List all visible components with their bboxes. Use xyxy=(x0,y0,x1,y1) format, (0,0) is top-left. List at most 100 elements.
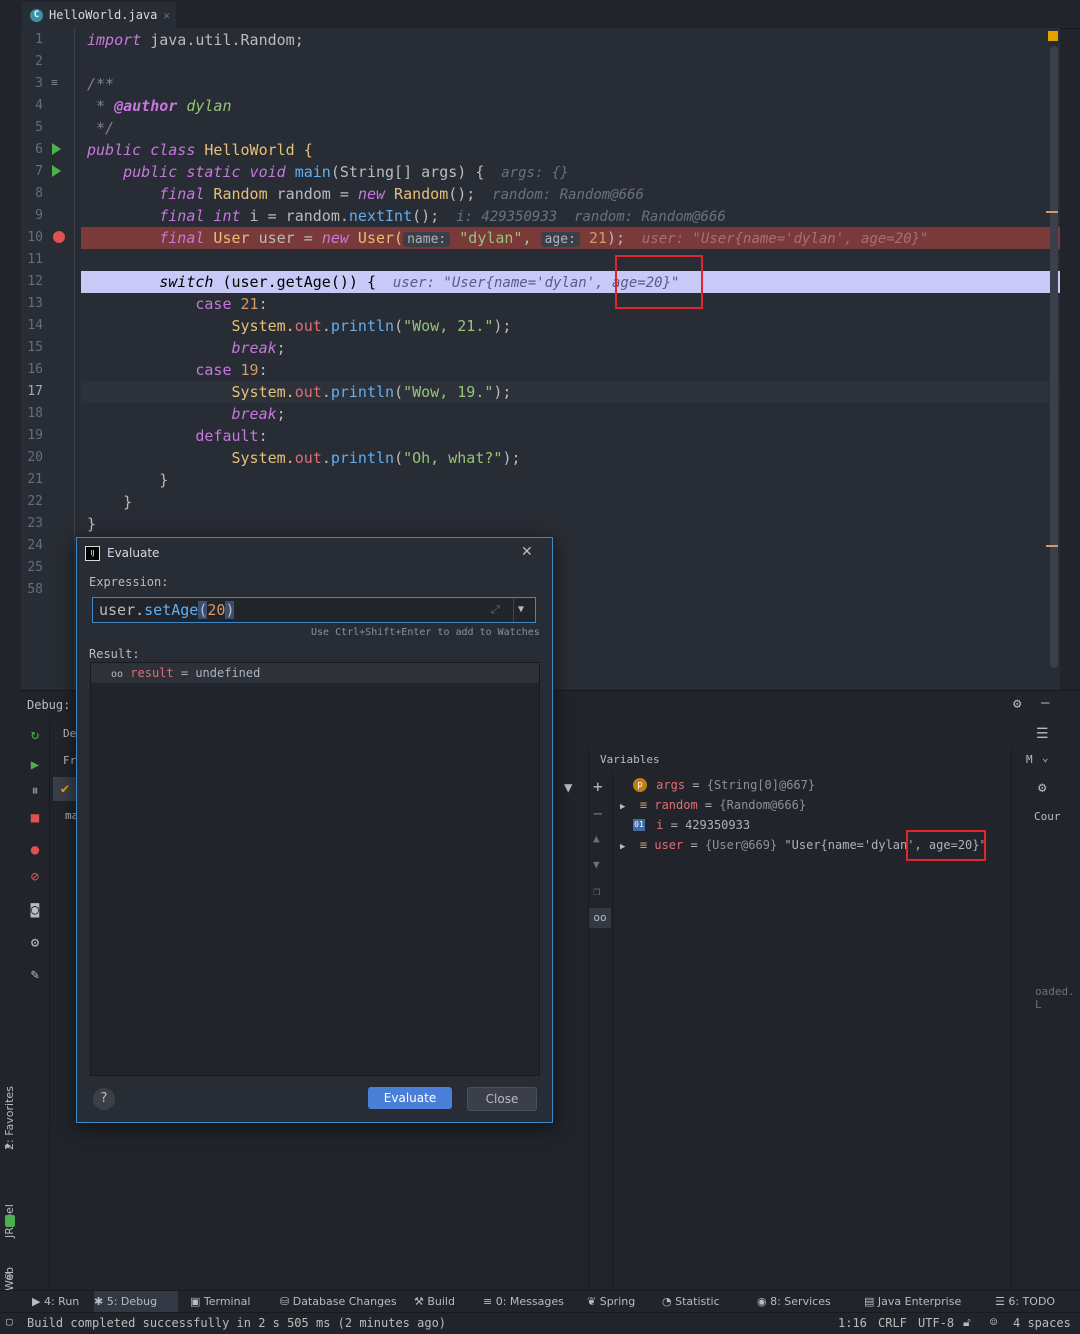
remove-watch-icon[interactable]: − xyxy=(593,804,603,823)
variable-row[interactable]: 01 i = 429350933 xyxy=(620,815,750,835)
tool-window-todo[interactable]: ☰ 6: TODO xyxy=(995,1291,1055,1313)
tool-window-terminal[interactable]: ▣ Terminal xyxy=(190,1291,250,1313)
result-tree[interactable]: oo result = undefined xyxy=(90,662,540,1076)
line-number: 5 xyxy=(35,120,43,135)
code-line: System.out.println("Wow, 19."); xyxy=(87,383,512,401)
terminal-icon: ▣ xyxy=(190,1295,204,1308)
status-message[interactable]: Build completed successfully in 2 s 505 … xyxy=(27,1316,446,1330)
expression-label: Expression: xyxy=(89,575,169,589)
close-tab-icon[interactable]: ✕ xyxy=(163,9,170,22)
code-line: default: xyxy=(87,427,268,445)
run-main-icon[interactable] xyxy=(52,165,61,177)
tool-window-run[interactable]: ▶ 4: Run xyxy=(32,1291,79,1313)
help-button[interactable]: ? xyxy=(93,1088,115,1110)
tool-window-services[interactable]: ◉ 8: Services xyxy=(757,1291,831,1313)
line-number: 4 xyxy=(35,98,43,113)
minimize-icon[interactable]: — xyxy=(1041,695,1049,711)
doc-render-icon[interactable]: ≡ xyxy=(51,76,58,89)
history-dropdown-icon[interactable]: ▼ xyxy=(518,598,524,622)
line-number: 16 xyxy=(27,362,43,377)
line-separator[interactable]: CRLF xyxy=(878,1316,907,1330)
evaluate-button[interactable]: Evaluate xyxy=(368,1087,452,1109)
statistic-icon: ◔ xyxy=(662,1295,676,1308)
filter-icon[interactable]: ▼ xyxy=(564,780,572,796)
debug-title: Debug: xyxy=(27,698,71,712)
frames-tab[interactable]: Fr xyxy=(63,754,76,767)
line-number: 22 xyxy=(27,494,43,509)
camera-icon[interactable]: ◙ xyxy=(27,902,43,918)
tool-window-java-enterprise[interactable]: ▤ Java Enterprise xyxy=(864,1291,961,1313)
code-line: } xyxy=(87,493,133,511)
variable-row[interactable]: p args = {String[0]@667} xyxy=(620,775,815,795)
expand-icon[interactable]: ▶ xyxy=(620,802,625,812)
lock-icon[interactable]: 🔓︎ xyxy=(963,1315,971,1330)
right-panel: M ⌄ ⚙ Cour xyxy=(1011,748,1080,1290)
tool-window-build[interactable]: ⚒ Build xyxy=(414,1291,455,1313)
settings-icon[interactable]: ⚙ xyxy=(1038,780,1046,796)
code-line: public static void main(String[] args) {… xyxy=(87,163,569,181)
editor-tab-bar: C HelloWorld.java ✕ xyxy=(0,0,1080,30)
rerun-icon[interactable]: ↻ xyxy=(27,727,43,743)
editor-tab-helloworld[interactable]: C HelloWorld.java ✕ xyxy=(22,2,176,30)
caret-position[interactable]: 1:16 xyxy=(838,1316,867,1330)
expand-icon[interactable]: ▶ xyxy=(620,842,625,852)
close-button[interactable]: Close xyxy=(467,1087,537,1111)
result-row[interactable]: oo result = undefined xyxy=(91,663,539,683)
checkmark-icon[interactable]: ✔ xyxy=(53,777,77,801)
analysis-status-icon[interactable] xyxy=(1048,31,1058,41)
tool-window-statistic[interactable]: ◔ Statistic xyxy=(662,1291,720,1313)
tool-window-database-changes[interactable]: ⛁ Database Changes xyxy=(280,1291,397,1313)
editor-scrollbar[interactable] xyxy=(1050,46,1058,668)
line-number: 21 xyxy=(27,472,43,487)
copy-icon[interactable]: ❐ xyxy=(593,884,600,898)
indent-setting[interactable]: 4 spaces xyxy=(1013,1316,1071,1330)
error-stripe-mark[interactable] xyxy=(1046,211,1058,213)
code-line: final User user = new User(name: "dylan"… xyxy=(87,229,929,247)
inspector-icon[interactable]: ☺ xyxy=(990,1315,997,1329)
pin-icon[interactable]: ✎ xyxy=(27,967,43,983)
breakpoint-icon[interactable] xyxy=(53,231,65,243)
layout-icon[interactable]: ☰ xyxy=(1036,726,1049,742)
toggle-tool-windows-icon[interactable]: ▢ xyxy=(6,1315,13,1328)
mute-breakpoints-icon[interactable]: ⊘ xyxy=(27,869,43,885)
code-line: import java.util.Random; xyxy=(87,31,304,49)
right-column-header: Cour xyxy=(1034,810,1061,823)
add-watch-icon[interactable]: + xyxy=(593,777,603,796)
stop-icon[interactable]: ■ xyxy=(27,810,43,826)
resume-icon[interactable]: ▶ xyxy=(27,757,43,773)
tool-window-bar: ▶ 4: Run ✱ 5: Debug ▣ Terminal ⛁ Databas… xyxy=(0,1290,1080,1313)
run-class-icon[interactable] xyxy=(52,143,61,155)
variables-side-toolbar: + − ▲ ▼ ❐ oo xyxy=(588,772,613,1290)
right-panel-header[interactable]: M xyxy=(1026,753,1033,766)
editor-gutter[interactable]: 1 2 3 4 5 6 7 8 9 10 11 12 13 14 15 16 1… xyxy=(21,28,81,690)
glasses-icon[interactable]: oo xyxy=(589,908,611,928)
variable-row[interactable]: ▶ ≡ random = {Random@666} xyxy=(620,795,806,815)
tool-window-spring[interactable]: ❦ Spring xyxy=(587,1291,635,1313)
tool-window-debug[interactable]: ✱ 5: Debug xyxy=(94,1291,178,1313)
close-icon[interactable]: ✕ xyxy=(521,544,533,560)
code-line: case 21: xyxy=(87,295,268,313)
tool-window-messages[interactable]: ≡ 0: Messages xyxy=(483,1291,564,1313)
jrebel-icon xyxy=(5,1215,15,1227)
code-line: System.out.println("Wow, 21."); xyxy=(87,317,512,335)
code-line: final int i = random.nextInt(); i: 42935… xyxy=(87,207,726,225)
variables-header: Variables xyxy=(600,753,660,766)
line-number: 1 xyxy=(35,32,43,47)
dialog-title-bar: IJ Evaluate ✕ xyxy=(77,538,552,568)
database-icon: ⛁ xyxy=(280,1295,293,1308)
file-encoding[interactable]: UTF-8 xyxy=(918,1316,954,1330)
expand-editor-icon[interactable]: ⤢ xyxy=(491,598,500,622)
gear-icon[interactable]: ⚙ xyxy=(1013,696,1021,712)
debug-session-tab[interactable]: De xyxy=(63,727,76,740)
settings-icon[interactable]: ⚙ xyxy=(27,935,43,951)
pause-icon[interactable]: ⏸ xyxy=(27,783,43,799)
error-stripe-mark[interactable] xyxy=(1046,545,1058,547)
view-breakpoints-icon[interactable]: ● xyxy=(27,842,43,858)
primitive-icon: 01 xyxy=(633,819,645,831)
move-up-icon[interactable]: ▲ xyxy=(593,832,600,845)
chevron-down-icon[interactable]: ⌄ xyxy=(1042,751,1049,764)
line-number: 12 xyxy=(27,274,43,289)
expression-input[interactable]: user.setAge(20) ⤢ ▼ xyxy=(92,597,536,623)
dialog-title: Evaluate xyxy=(107,546,160,560)
move-down-icon[interactable]: ▼ xyxy=(593,858,600,871)
